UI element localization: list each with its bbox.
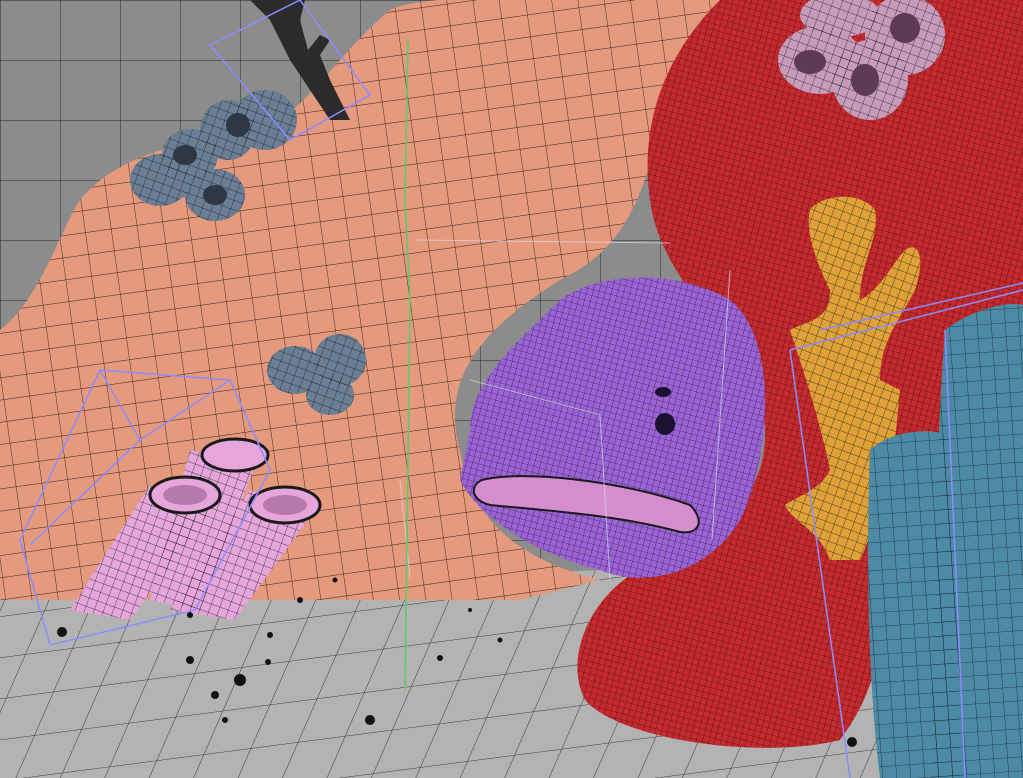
viewport-canvas[interactable] [0,0,1023,778]
fish-eye [655,413,675,435]
3d-viewport[interactable] [0,0,1023,778]
fish-nostril [655,387,671,397]
